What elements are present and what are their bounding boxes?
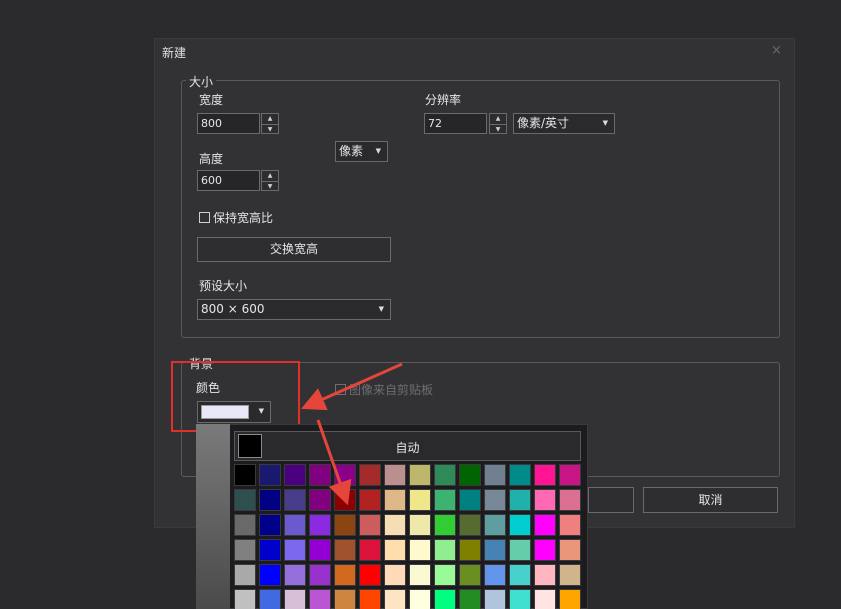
annotation-arrows bbox=[301, 362, 403, 506]
arrow-icon bbox=[301, 362, 403, 411]
arrow-icon bbox=[316, 419, 352, 506]
